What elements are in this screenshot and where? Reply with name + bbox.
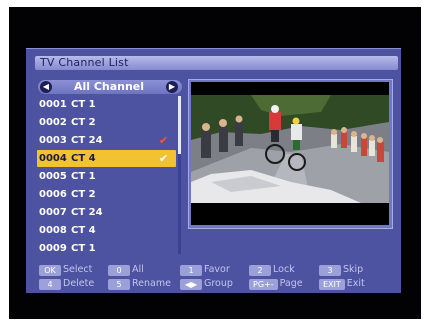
favorite-check-icon: ✔ — [159, 134, 169, 147]
channel-row[interactable]: 0002 CT 2 — [37, 114, 176, 131]
scrollbar-thumb[interactable] — [178, 96, 181, 154]
left-right-key-icon: ◀▶ — [180, 278, 202, 290]
legend-page: PG+- Page — [249, 278, 303, 290]
left-arrow-icon[interactable]: ◀ — [40, 81, 52, 93]
channel-row[interactable]: 0008 CT 4 — [37, 222, 176, 239]
key-2-icon: 2 — [249, 264, 271, 276]
channel-name: CT 1 — [71, 99, 96, 110]
legend-skip: 3 Skip — [319, 264, 363, 276]
channel-number: 0004 — [39, 153, 67, 164]
ok-key-icon: OK — [39, 264, 61, 276]
channel-row[interactable]: 0003 CT 24 ✔ — [37, 132, 176, 149]
video-preview — [191, 82, 389, 225]
key-0-icon: 0 — [108, 264, 130, 276]
channel-row[interactable]: 0005 CT 1 — [37, 168, 176, 185]
channel-row-selected[interactable]: 0004 CT 4 ✔ — [37, 150, 176, 167]
key-3-icon: 3 — [319, 264, 341, 276]
legend-rename: 5 Rename — [108, 278, 171, 290]
button-legend: OK Select 0 All 1 Favor 2 Lock 3 Skip 4 Delete… — [26, 260, 401, 292]
channel-name: CT 4 — [71, 225, 96, 236]
exit-key-icon: EXIT — [319, 278, 345, 290]
page-key-icon: PG+- — [249, 278, 278, 290]
channel-row[interactable]: 0007 CT 24 — [37, 204, 176, 221]
legend-lock: 2 Lock — [249, 264, 295, 276]
channel-number: 0009 — [39, 243, 67, 254]
legend-exit: EXIT Exit — [319, 278, 365, 290]
channel-number: 0008 — [39, 225, 67, 236]
channel-number: 0003 — [39, 135, 67, 146]
channel-number: 0002 — [39, 117, 67, 128]
channel-number: 0007 — [39, 207, 67, 218]
legend-select: OK Select — [39, 264, 92, 276]
video-frame-image — [191, 82, 389, 225]
channel-name: CT 2 — [71, 189, 96, 200]
channel-number: 0001 — [39, 99, 67, 110]
channel-name: CT 24 — [71, 207, 103, 218]
channel-name: CT 1 — [71, 243, 96, 254]
channel-row[interactable]: 0009 CT 1 — [37, 240, 176, 257]
channel-list: 0001 CT 1 0002 CT 2 0003 CT 24 ✔ 0004 CT… — [37, 96, 177, 256]
window-title: TV Channel List — [40, 56, 129, 69]
channel-row[interactable]: 0006 CT 2 — [37, 186, 176, 203]
channel-number: 0006 — [39, 189, 67, 200]
right-arrow-icon[interactable]: ▶ — [166, 81, 178, 93]
legend-group: ◀▶ Group — [180, 278, 233, 290]
channel-name: CT 24 — [71, 135, 103, 146]
key-1-icon: 1 — [180, 264, 202, 276]
legend-all: 0 All — [108, 264, 144, 276]
channel-row[interactable]: 0001 CT 1 — [37, 96, 176, 113]
key-4-icon: 4 — [39, 278, 61, 290]
channel-name: CT 2 — [71, 117, 96, 128]
legend-favor: 1 Favor — [180, 264, 230, 276]
channel-name: CT 1 — [71, 171, 96, 182]
group-label: All Channel — [73, 80, 145, 93]
favorite-check-icon: ✔ — [159, 152, 169, 165]
legend-delete: 4 Delete — [39, 278, 94, 290]
channel-name: CT 4 — [71, 153, 96, 164]
key-5-icon: 5 — [108, 278, 130, 290]
channel-number: 0005 — [39, 171, 67, 182]
